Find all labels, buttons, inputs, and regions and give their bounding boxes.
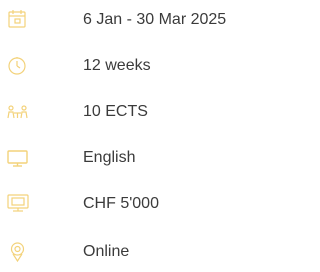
info-row-price: CHF 5'000 bbox=[0, 190, 258, 222]
location-text: Online bbox=[83, 243, 130, 260]
info-row-language: English bbox=[0, 144, 258, 176]
credits-icon bbox=[4, 98, 32, 126]
duration-text: 12 weeks bbox=[83, 57, 151, 74]
dates-text: 6 Jan - 30 Mar 2025 bbox=[83, 11, 227, 28]
calendar-icon bbox=[4, 6, 32, 34]
info-row-credits: 10 ECTS bbox=[0, 98, 258, 130]
course-info-list: 6 Jan - 30 Mar 2025 12 weeks 10 ECTS Eng… bbox=[0, 0, 258, 272]
info-row-duration: 12 weeks bbox=[0, 52, 258, 84]
price-icon bbox=[4, 190, 32, 218]
info-row-dates: 6 Jan - 30 Mar 2025 bbox=[0, 6, 258, 38]
language-icon bbox=[4, 144, 32, 172]
price-text: CHF 5'000 bbox=[83, 195, 159, 212]
clock-icon bbox=[4, 52, 32, 80]
credits-text: 10 ECTS bbox=[83, 103, 148, 120]
info-row-location: Online bbox=[0, 238, 258, 270]
location-icon bbox=[4, 238, 32, 266]
language-text: English bbox=[83, 149, 136, 166]
